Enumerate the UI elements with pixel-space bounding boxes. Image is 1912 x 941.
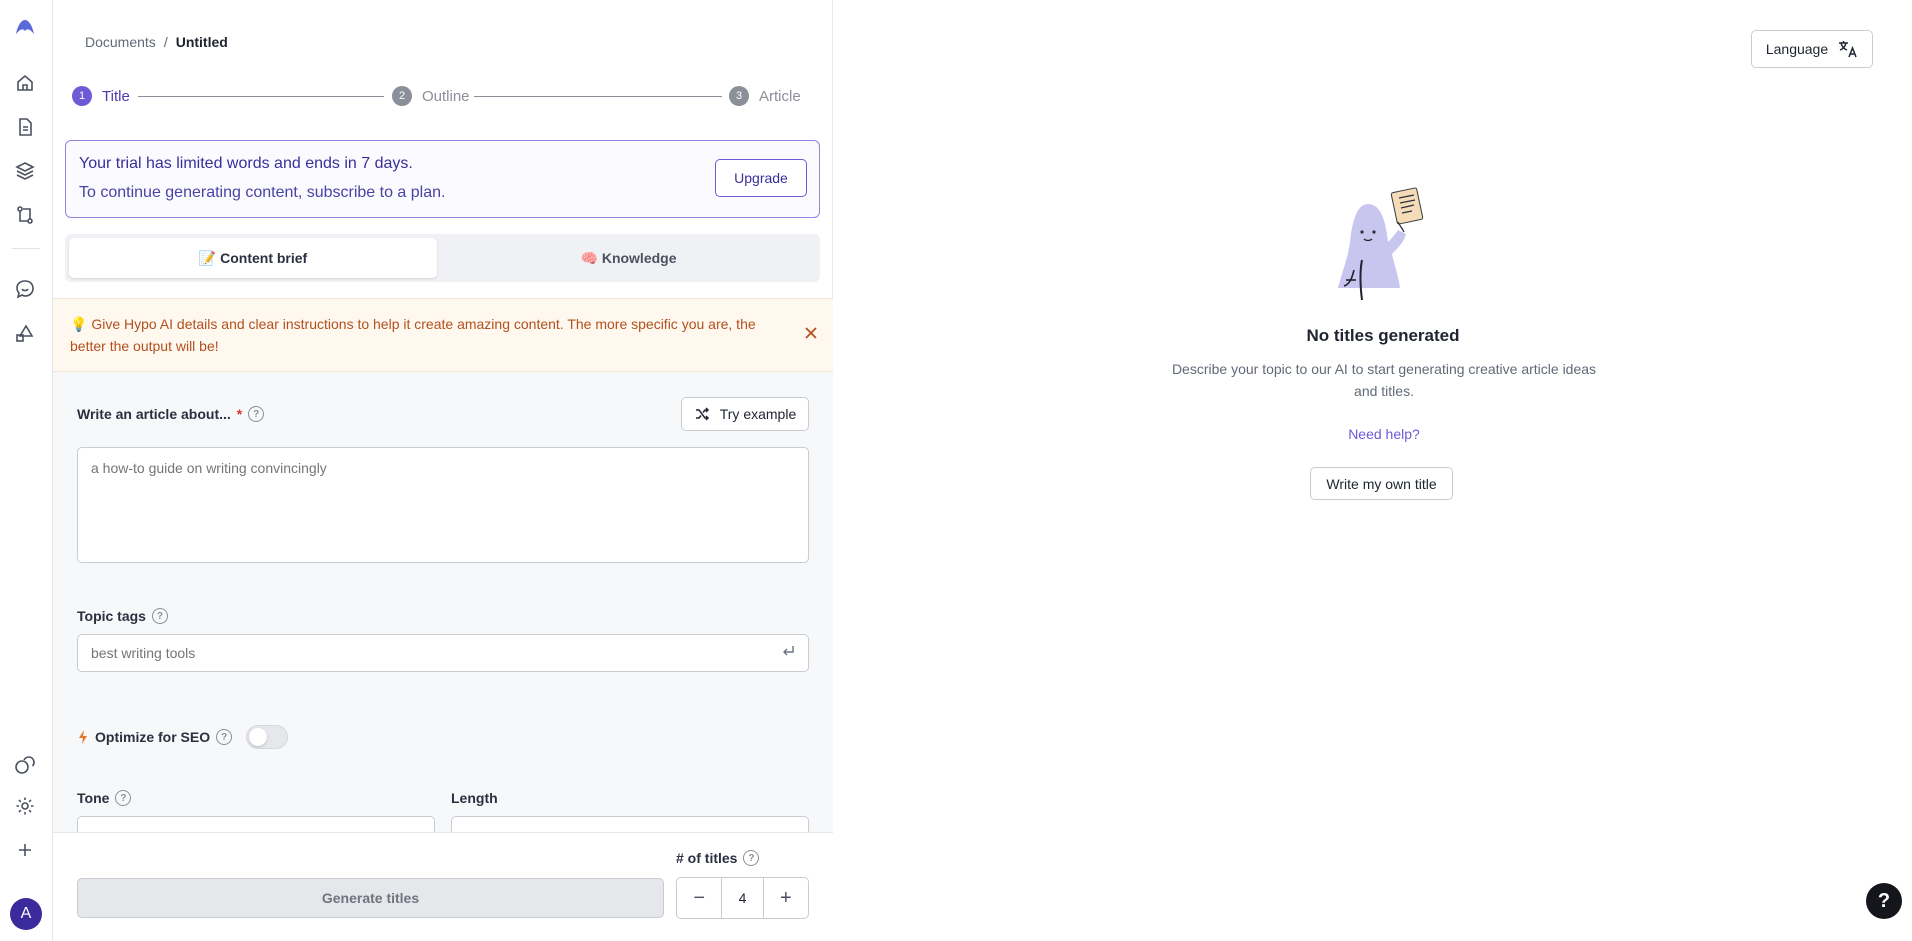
about-label: Write an article about... * ?: [77, 406, 265, 422]
panel-tabs: 📝 Content brief 🧠 Knowledge: [65, 234, 820, 282]
chat-bubbles-icon[interactable]: [13, 754, 37, 778]
enter-key-icon: [781, 644, 795, 663]
step-connector: [474, 96, 722, 97]
language-label: Language: [1765, 41, 1829, 57]
tab-label: Knowledge: [601, 250, 677, 266]
toggle-knob: [249, 728, 267, 746]
length-label-text: Length: [451, 790, 498, 806]
topic-tags-label: Topic tags ?: [77, 608, 168, 624]
try-example-button[interactable]: Try example: [681, 397, 809, 431]
required-mark: *: [236, 406, 243, 422]
lightbulb-icon: 💡: [70, 316, 88, 332]
help-icon[interactable]: ?: [743, 850, 760, 866]
close-icon[interactable]: [803, 325, 821, 343]
step-number: 1: [72, 86, 92, 106]
home-icon[interactable]: [13, 71, 37, 95]
translate-icon: [1839, 41, 1857, 58]
upgrade-button[interactable]: Upgrade: [715, 159, 807, 197]
breadcrumb-current: Untitled: [175, 34, 228, 50]
rail-divider: [12, 248, 40, 249]
gear-icon[interactable]: [13, 794, 37, 818]
question-icon: ?: [1877, 889, 1891, 912]
brain-icon: 🧠: [580, 249, 598, 266]
empty-state-title: No titles generated: [1306, 326, 1460, 345]
step-label: Title: [102, 87, 130, 105]
plus-icon[interactable]: [13, 838, 37, 862]
tone-label: Tone ?: [77, 790, 132, 806]
titles-count-label: # of titles ?: [676, 850, 760, 866]
logo-icon[interactable]: [13, 15, 37, 39]
tip-message: 💡 Give Hypo AI details and clear instruc…: [70, 313, 780, 357]
seo-toggle[interactable]: [246, 725, 288, 749]
tab-label: Content brief: [220, 250, 308, 266]
breadcrumb-separator: /: [163, 34, 168, 50]
step-article[interactable]: 3 Article: [729, 86, 801, 106]
help-icon[interactable]: ?: [248, 406, 265, 422]
avatar-initial: A: [20, 905, 32, 922]
shapes-icon[interactable]: [13, 321, 37, 345]
write-own-title-button[interactable]: Write my own title: [1310, 467, 1453, 500]
icon-rail: A: [0, 0, 53, 941]
titles-results-panel: Language No titles generated Describe yo…: [834, 0, 1912, 941]
empty-state-description: Describe your topic to our AI to start g…: [1171, 361, 1597, 399]
chat-icon[interactable]: [13, 277, 37, 301]
breadcrumb-documents[interactable]: Documents: [85, 34, 156, 50]
trial-subtext: To continue generating content, subscrib…: [79, 184, 446, 201]
seo-label: Optimize for SEO ?: [77, 729, 233, 745]
need-help-link[interactable]: Need help?: [1284, 426, 1484, 442]
tone-label-text: Tone: [77, 790, 110, 806]
titles-count-label-text: # of titles: [676, 850, 738, 866]
step-outline[interactable]: 2 Outline: [392, 86, 470, 106]
help-icon[interactable]: ?: [115, 790, 132, 806]
progress-stepper: 1 Title 2 Outline 3 Article: [72, 86, 814, 108]
shuffle-icon: [695, 407, 709, 421]
step-connector: [138, 96, 384, 97]
help-fab-button[interactable]: ?: [1866, 883, 1902, 919]
step-number: 2: [392, 86, 412, 106]
step-number: 3: [729, 86, 749, 106]
generate-titles-button[interactable]: Generate titles: [77, 878, 664, 918]
content-brief-panel: Documents / Untitled 1 Title 2 Outline 3…: [53, 0, 833, 941]
increment-button[interactable]: +: [764, 878, 808, 918]
step-title[interactable]: 1 Title: [72, 86, 130, 106]
help-icon[interactable]: ?: [151, 608, 168, 624]
tab-knowledge[interactable]: 🧠 Knowledge: [441, 238, 816, 278]
trial-banner: Your trial has limited words and ends in…: [65, 140, 820, 218]
document-icon[interactable]: [13, 115, 37, 139]
language-button[interactable]: Language: [1751, 30, 1873, 68]
article-topic-input[interactable]: [77, 447, 809, 563]
brief-form: Write an article about... * ? Try exampl…: [53, 372, 833, 836]
titles-count-stepper: − 4 +: [676, 877, 809, 919]
topic-tags-label-text: Topic tags: [77, 608, 146, 624]
layers-icon[interactable]: [13, 159, 37, 183]
generate-bar: # of titles ? Generate titles − 4 +: [53, 832, 833, 941]
step-label: Article: [759, 87, 801, 105]
try-example-label: Try example: [719, 406, 797, 422]
tab-content-brief[interactable]: 📝 Content brief: [69, 238, 437, 278]
about-label-text: Write an article about...: [77, 406, 231, 422]
topic-tags-input[interactable]: [77, 634, 809, 672]
seo-label-text: Optimize for SEO: [95, 729, 211, 745]
step-label: Outline: [422, 87, 470, 105]
memo-icon: 📝: [198, 249, 217, 266]
tip-text: Give Hypo AI details and clear instructi…: [70, 316, 756, 354]
avatar[interactable]: A: [10, 898, 42, 930]
workflow-icon[interactable]: [13, 203, 37, 227]
lightning-icon: [79, 730, 87, 744]
tip-banner: 💡 Give Hypo AI details and clear instruc…: [53, 298, 833, 372]
breadcrumb: Documents / Untitled: [85, 34, 228, 50]
length-label: Length: [451, 790, 498, 806]
trial-message: Your trial has limited words and ends in…: [79, 155, 413, 172]
titles-count-value[interactable]: 4: [721, 878, 764, 918]
help-icon[interactable]: ?: [216, 729, 233, 745]
empty-state-illustration: [1328, 184, 1432, 301]
decrement-button[interactable]: −: [677, 878, 721, 918]
